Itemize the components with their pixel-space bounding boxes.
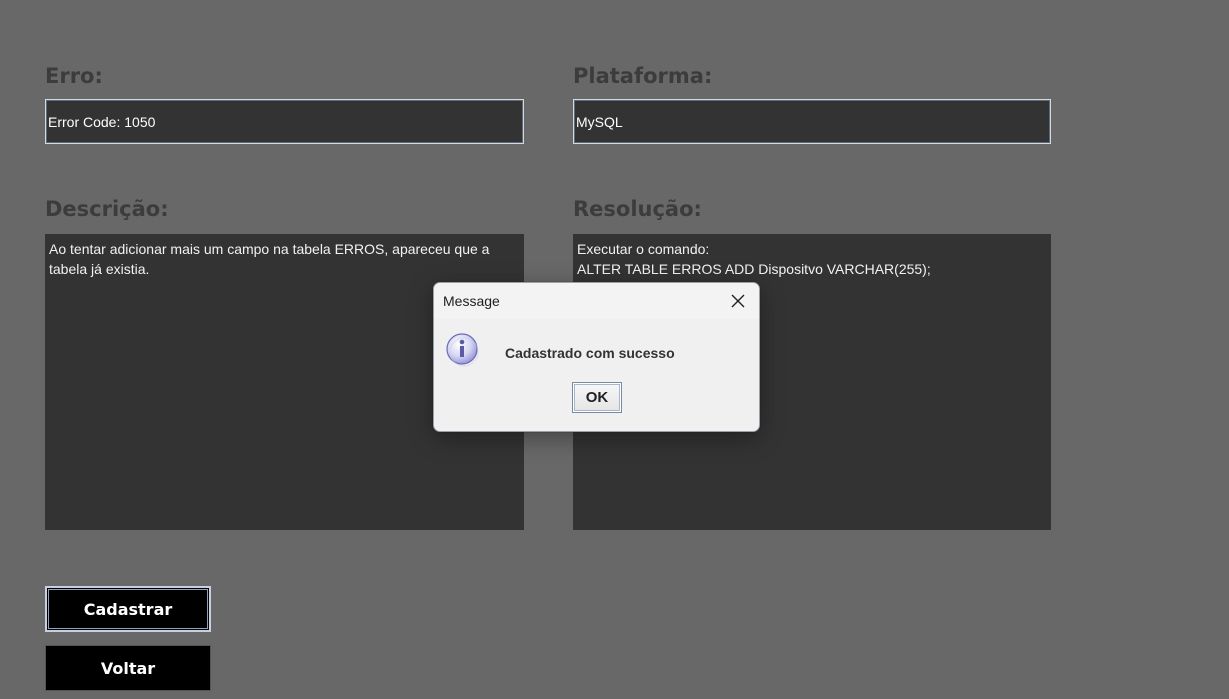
plataforma-field[interactable]: MySQL [573, 99, 1051, 144]
erro-field[interactable]: Error Code: 1050 [45, 99, 524, 144]
ok-button[interactable]: OK [572, 382, 622, 413]
info-icon [446, 333, 480, 367]
cadastrar-button[interactable]: Cadastrar [45, 586, 211, 632]
plataforma-label: Plataforma: [573, 64, 713, 88]
message-dialog: Message Cadastrado com sucesso OK [433, 282, 760, 432]
erro-label: Erro: [45, 64, 103, 88]
resolucao-label: Resolução: [573, 197, 702, 221]
dialog-title: Message [443, 293, 500, 309]
close-icon[interactable] [729, 292, 747, 310]
voltar-button[interactable]: Voltar [45, 645, 211, 691]
dialog-titlebar[interactable]: Message [434, 283, 759, 319]
descricao-label: Descrição: [45, 197, 169, 221]
dialog-message: Cadastrado com sucesso [505, 345, 675, 361]
